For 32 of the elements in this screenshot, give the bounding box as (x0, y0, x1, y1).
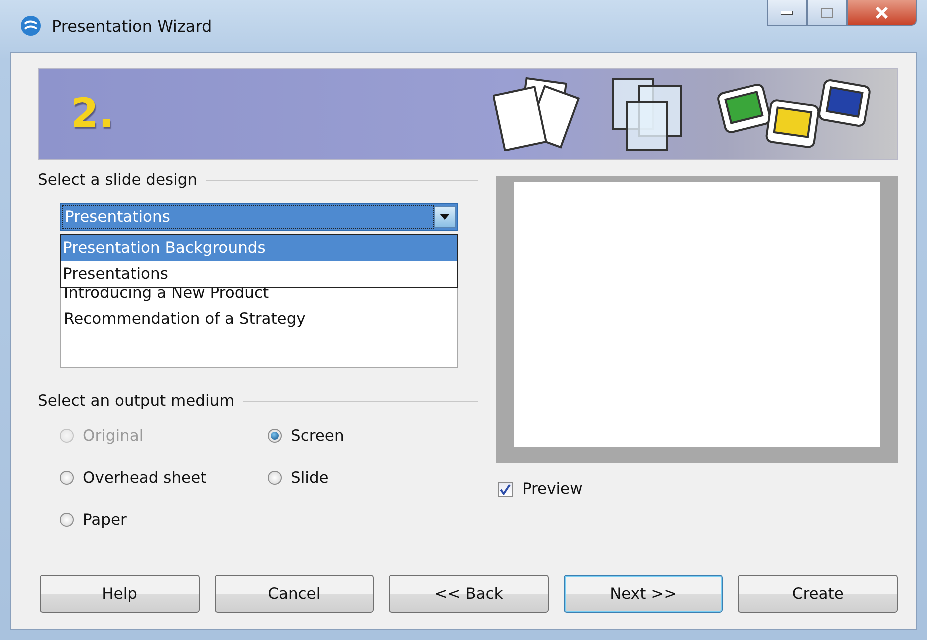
checkbox-label: Preview (522, 480, 583, 498)
dialog-button[interactable]: Create (738, 575, 898, 613)
minimize-button[interactable] (767, 0, 807, 26)
maximize-button[interactable] (807, 0, 847, 26)
maximize-icon (821, 8, 833, 18)
category-dropdown[interactable]: Presentations (60, 203, 458, 231)
radio-button[interactable] (60, 513, 74, 527)
dropdown-option[interactable]: Presentations (61, 261, 457, 287)
app-logo-icon (20, 15, 42, 37)
radio-button[interactable] (268, 471, 282, 485)
step-number: 2. (71, 91, 116, 137)
list-item[interactable]: Recommendation of a Strategy (64, 306, 454, 332)
radio-label: Screen (291, 427, 344, 445)
radio-label: Paper (83, 511, 127, 529)
radio-label: Overhead sheet (83, 469, 207, 487)
radio-label: Original (83, 427, 144, 445)
preview-checkbox[interactable] (498, 482, 514, 496)
close-button[interactable] (847, 0, 917, 26)
radio-label: Slide (291, 469, 329, 487)
dialog-button[interactable]: Next >> (564, 575, 724, 613)
group-label: Select an output medium (38, 392, 235, 410)
group-label: Select a slide design (38, 171, 198, 189)
dropdown-option[interactable]: Presentation Backgrounds (61, 235, 457, 261)
close-icon (875, 6, 889, 18)
dialog-button[interactable]: Cancel (214, 575, 374, 613)
radio-button[interactable] (60, 471, 74, 485)
caret-icon (440, 214, 450, 220)
minimize-icon (781, 10, 793, 14)
radio-button[interactable] (268, 429, 282, 443)
window-title: Presentation Wizard (52, 16, 212, 36)
dialog-button[interactable]: Help (40, 575, 200, 613)
dialog-button[interactable]: << Back (389, 575, 549, 613)
